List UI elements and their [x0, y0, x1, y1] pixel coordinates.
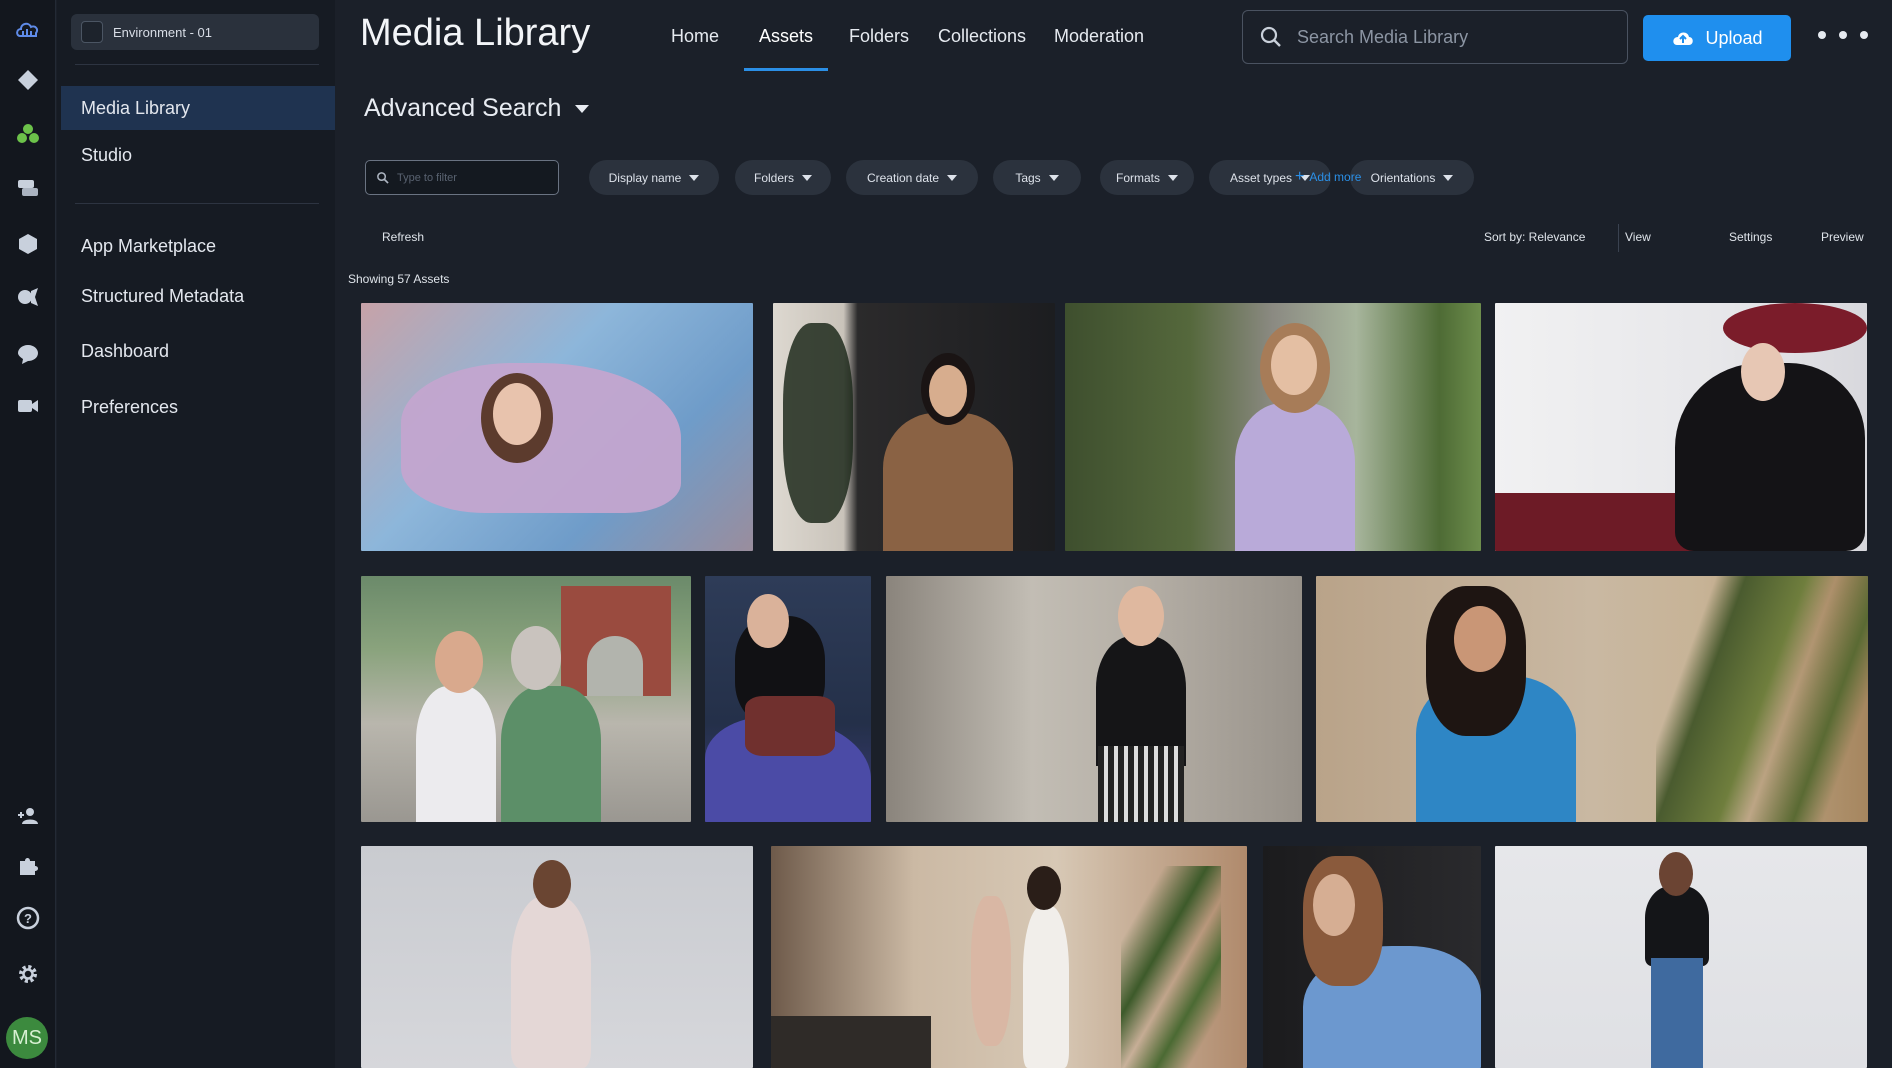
tab-assets[interactable]: Assets	[759, 0, 813, 72]
chevron-down-icon	[947, 174, 958, 181]
sidebar-item-structured-metadata[interactable]: Structured Metadata	[57, 274, 335, 318]
chevron-down-icon	[1168, 174, 1178, 181]
settings-button[interactable]: Settings	[1729, 230, 1772, 244]
svg-text:?: ?	[24, 911, 32, 926]
broadcast-icon[interactable]	[10, 280, 46, 316]
preview-button[interactable]: Preview	[1821, 230, 1864, 244]
help-icon[interactable]: ?	[10, 900, 46, 936]
chevron-down-icon	[802, 174, 812, 181]
chip-label: Orientations	[1370, 170, 1436, 185]
page-title: Media Library	[360, 12, 591, 54]
advanced-search-toggle[interactable]: Advanced Search	[364, 94, 590, 123]
view-button[interactable]: View	[1625, 230, 1651, 244]
search-icon	[1260, 26, 1281, 47]
chevron-down-icon	[689, 174, 700, 181]
avatar[interactable]: MS	[6, 1017, 48, 1059]
asset-thumbnail[interactable]	[361, 303, 753, 551]
sidebar: Environment - 01 Media Library Studio Ap…	[57, 0, 335, 1068]
asset-thumbnail[interactable]	[1495, 303, 1867, 551]
sidebar-item-label: Media Library	[81, 97, 191, 118]
environment-selector[interactable]: Environment - 01	[71, 14, 319, 50]
chip-label: Display name	[608, 170, 682, 185]
puzzle-icon[interactable]	[10, 848, 46, 884]
tab-home[interactable]: Home	[671, 0, 719, 72]
sidebar-item-app-marketplace[interactable]: App Marketplace	[57, 224, 335, 268]
filter-chip-display-name[interactable]: Display name	[589, 160, 719, 195]
sidebar-item-label: Preferences	[81, 396, 179, 417]
filter-chip-orientations[interactable]: Orientations	[1350, 160, 1474, 195]
filter-chip-folders[interactable]: Folders	[735, 160, 831, 195]
asset-thumbnail[interactable]	[1316, 576, 1868, 822]
asset-thumbnail[interactable]	[361, 576, 691, 822]
add-user-icon[interactable]	[10, 798, 46, 834]
environment-icon	[81, 21, 103, 43]
filter-input[interactable]	[365, 160, 559, 195]
main-content: Media Library Home Assets Folders Collec…	[336, 0, 1892, 1068]
avatar-initials: MS	[12, 1026, 42, 1049]
asset-thumbnail[interactable]	[773, 303, 1055, 551]
diamond-icon[interactable]	[10, 62, 46, 98]
chevron-down-icon	[1048, 174, 1059, 181]
refresh-button[interactable]: Refresh	[382, 230, 424, 244]
divider	[1618, 224, 1619, 252]
add-more-filters-link[interactable]: + Add more	[1295, 168, 1361, 186]
tab-moderation[interactable]: Moderation	[1054, 0, 1144, 72]
asset-count: Showing 57 Assets	[348, 272, 450, 286]
cloud-upload-icon	[1673, 32, 1694, 45]
divider	[75, 203, 319, 204]
asset-thumbnail[interactable]	[705, 576, 871, 822]
cloud-logo-icon[interactable]	[10, 12, 46, 48]
advanced-search-title: Advanced Search	[364, 94, 562, 122]
app-window: ? MS Environment - 01 Media Library Stud…	[0, 0, 1892, 1068]
sidebar-item-studio[interactable]: Studio	[57, 133, 335, 177]
asset-thumbnail[interactable]	[886, 576, 1302, 822]
filter-text-field[interactable]	[397, 171, 547, 184]
filter-chip-creation-date[interactable]: Creation date	[846, 160, 978, 195]
sidebar-item-label: Dashboard	[81, 340, 170, 361]
chip-label: Creation date	[866, 170, 940, 185]
search-placeholder: Search Media Library	[1297, 26, 1469, 47]
gear-icon[interactable]	[10, 956, 46, 992]
sidebar-item-preferences[interactable]: Preferences	[57, 385, 335, 429]
chevron-down-icon	[575, 104, 590, 113]
chip-label: Folders	[753, 170, 794, 185]
video-icon[interactable]	[10, 388, 46, 424]
asset-thumbnail[interactable]	[1065, 303, 1481, 551]
tab-collections[interactable]: Collections	[938, 0, 1026, 72]
filter-chip-tags[interactable]: Tags	[993, 160, 1081, 195]
sidebar-item-media-library[interactable]: Media Library	[61, 86, 335, 130]
sidebar-item-label: App Marketplace	[81, 235, 217, 256]
chip-label: Tags	[1015, 170, 1041, 185]
add-more-label: Add more	[1309, 170, 1362, 184]
asset-thumbnail[interactable]	[361, 846, 753, 1068]
sidebar-item-label: Studio	[81, 144, 133, 165]
more-options-icon[interactable]	[1818, 20, 1868, 50]
chip-label: Asset types	[1229, 170, 1293, 185]
asset-thumbnail[interactable]	[771, 846, 1247, 1068]
chip-label: Formats	[1115, 170, 1160, 185]
tab-folders[interactable]: Folders	[849, 0, 909, 72]
search-input[interactable]: Search Media Library	[1242, 10, 1628, 64]
environment-label: Environment - 01	[113, 24, 212, 40]
asset-thumbnail[interactable]	[1495, 846, 1867, 1068]
filter-chip-formats[interactable]: Formats	[1100, 160, 1194, 195]
chat-icon[interactable]	[10, 336, 46, 372]
chevron-down-icon	[1443, 174, 1454, 181]
hexagon-icon[interactable]	[10, 226, 46, 262]
upload-button[interactable]: Upload	[1643, 15, 1791, 61]
asset-thumbnail[interactable]	[1263, 846, 1481, 1068]
media-library-icon[interactable]	[10, 116, 46, 152]
sidebar-item-label: Structured Metadata	[81, 285, 245, 306]
sidebar-item-dashboard[interactable]: Dashboard	[57, 329, 335, 373]
layers-icon[interactable]	[10, 170, 46, 206]
divider	[75, 64, 319, 65]
sort-dropdown[interactable]: Sort by: Relevance	[1484, 230, 1585, 244]
upload-label: Upload	[1705, 27, 1763, 48]
active-tab-indicator	[744, 68, 828, 71]
search-icon	[377, 172, 389, 184]
icon-rail: ? MS	[0, 0, 56, 1068]
plus-icon: +	[1295, 168, 1305, 185]
